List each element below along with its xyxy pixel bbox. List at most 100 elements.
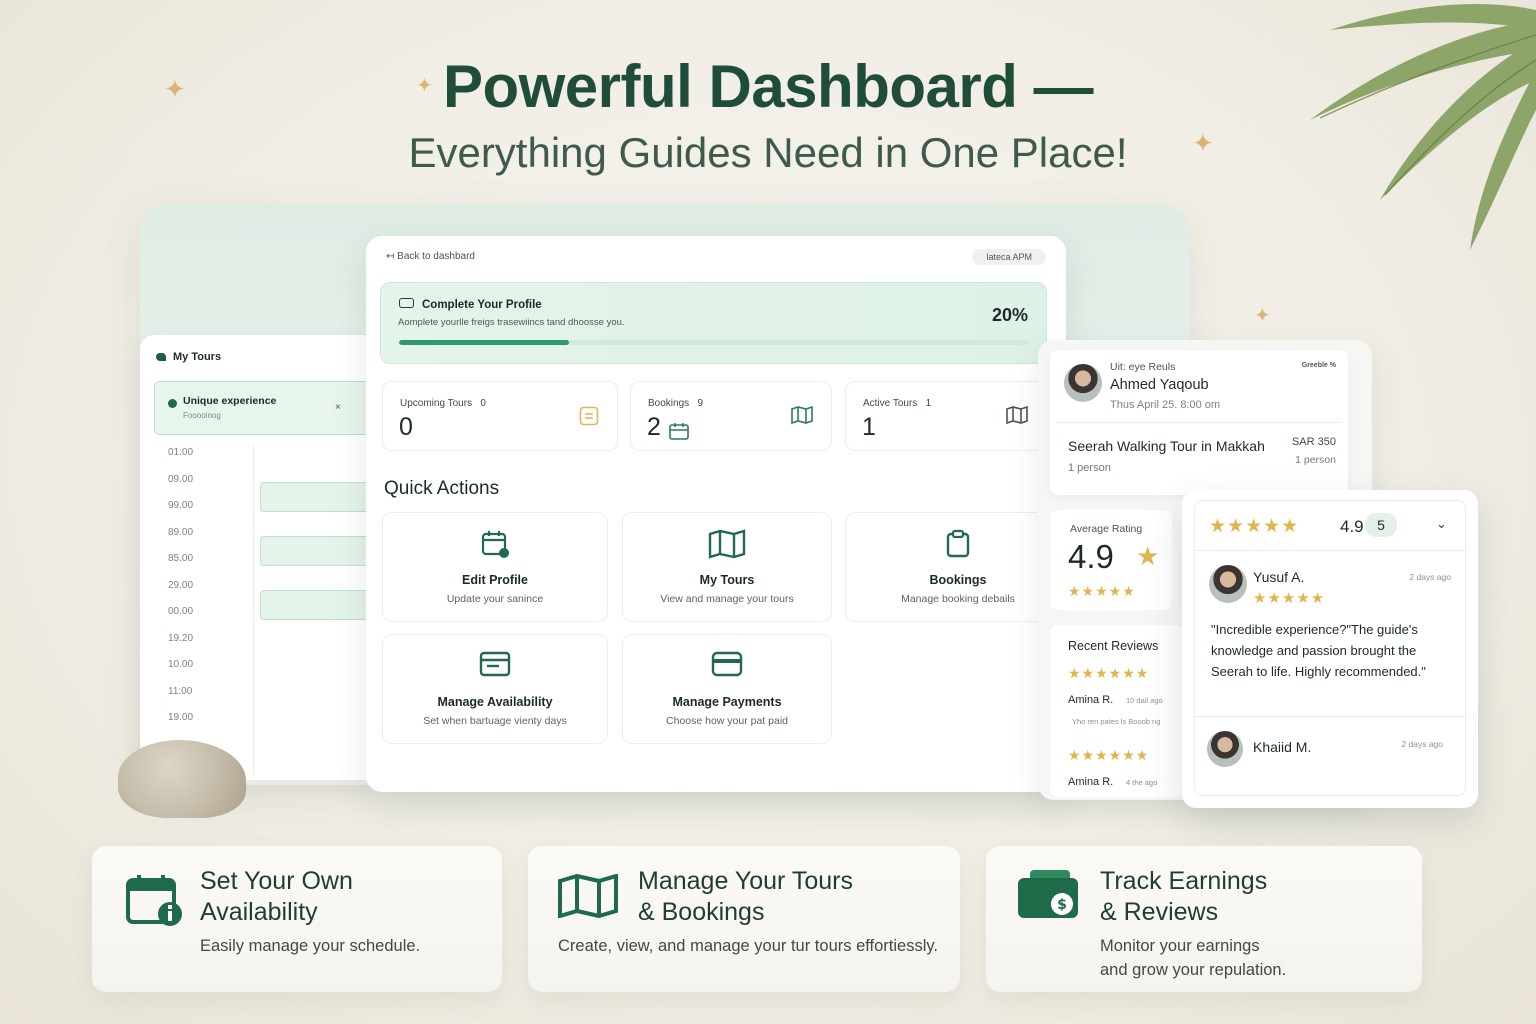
calendar-icon: [669, 423, 689, 440]
close-icon[interactable]: ×: [335, 402, 341, 413]
time-slot-label: 11:00: [168, 685, 193, 697]
time-slot-label: 85.00: [168, 553, 194, 564]
review-score: 4.9: [1340, 517, 1364, 536]
avatar: [1207, 731, 1243, 767]
quick-action-subtitle: Manage booking debails: [901, 593, 1015, 605]
event-title: Unique experience: [183, 395, 277, 407]
stat-label: Bookings 9: [648, 398, 704, 409]
time-column: 01:00 09.00 99.00 89.00 85.00 29.00 00.0…: [168, 447, 193, 739]
rating-stars: ★★★★★: [1209, 516, 1300, 537]
time-slot-label: 29.00: [168, 579, 194, 591]
availability-icon: [479, 651, 511, 677]
quick-action-manage-availability[interactable]: Manage Availability Set when bartuage vi…: [382, 634, 608, 744]
stat-upcoming-tours[interactable]: Upcoming Tours 0 0: [382, 381, 618, 451]
avatar: [1064, 364, 1102, 402]
map-icon: [791, 406, 813, 424]
stat-active-tours[interactable]: Active Tours 1 1: [845, 381, 1047, 451]
stat-label: Upcoming Tours 0: [400, 398, 486, 409]
feature-card-earnings: $ Track Earnings & Reviews Monitor your e…: [986, 846, 1422, 992]
list-icon: [579, 406, 599, 426]
divider: [1195, 550, 1465, 551]
time-slot-label: 89.00: [168, 526, 194, 538]
review-age: 10 dail ago: [1126, 696, 1163, 705]
review-age: 4 the ago: [1126, 778, 1158, 787]
calendar-edit-icon: [481, 531, 509, 558]
review-snippet: Yho ren pates ls Booob ng: [1072, 717, 1161, 726]
latest-badge: lateca APM: [972, 249, 1046, 265]
rating-stars: ★★★★★: [1253, 590, 1326, 607]
chevron-down-icon[interactable]: ⌄: [1436, 516, 1447, 532]
quick-action-title: My Tours: [699, 573, 755, 587]
calendar-info-icon: [126, 875, 182, 926]
time-slot-label: 01:00: [168, 447, 194, 458]
feature-title: Track Earnings & Reviews: [1100, 867, 1268, 926]
time-slot-label: 00.00: [168, 606, 194, 617]
time-slot-label: 09.00: [168, 473, 194, 485]
quick-action-title: Manage Payments: [672, 695, 782, 709]
time-slot-label: 19.20: [168, 632, 194, 644]
quick-action-subtitle: Choose how your pat paid: [666, 715, 788, 727]
my-tours-calendar-panel: My Tours Unique experience Fooooinog × 0…: [140, 335, 380, 780]
map-icon: [708, 529, 746, 559]
stat-value: 2: [647, 413, 661, 441]
stat-value: 0: [399, 413, 413, 441]
quick-action-my-tours[interactable]: My Tours View and manage your tours: [622, 512, 832, 622]
reviewer-name: Yusuf A.: [1253, 569, 1305, 585]
calendar-slot[interactable]: [260, 482, 370, 512]
sparkle-icon: ✦: [1254, 305, 1271, 327]
divider: [1195, 716, 1465, 717]
tour-event-card[interactable]: Unique experience Fooooinog ×: [154, 381, 374, 435]
calendar-divider: [253, 445, 254, 775]
book-icon: [1006, 406, 1028, 424]
event-subtitle: Fooooinog: [183, 411, 221, 420]
review-age: 2 days ago: [1401, 739, 1443, 749]
tour-name: Seerah Walking Tour in Makkah: [1068, 438, 1265, 454]
profile-progress-track: [399, 340, 1029, 345]
booking-date: Thus April 25. 8:00 om: [1110, 399, 1221, 411]
average-rating-card: Average Rating 4.9 ★ ★★★★★: [1050, 510, 1172, 610]
profile-progress-fill: [399, 340, 570, 345]
calendar-slot[interactable]: [260, 590, 370, 620]
calendar-slot[interactable]: [260, 536, 370, 566]
calendar-title-label: My Tours: [173, 351, 222, 363]
booking-card[interactable]: Uit: eye Reuls Greeble % Ahmed Yaqoub Th…: [1050, 350, 1348, 495]
quick-action-subtitle: View and manage your tours: [660, 593, 794, 605]
back-to-dashboard-link[interactable]: ↤ Back to dashbard: [386, 251, 475, 262]
svg-text:$: $: [1057, 897, 1067, 913]
headline-title: Powerful Dashboard —: [442, 53, 1094, 120]
divider: [1056, 422, 1342, 423]
average-rating-value: 4.9: [1068, 538, 1114, 575]
review-age: 2 days ago: [1409, 572, 1451, 582]
time-slot-label: 19.00: [168, 712, 194, 723]
profile-card-subtitle: Aomplete yourlle freigs trasewiincs tand…: [398, 317, 625, 328]
feature-subtitle: Monitor your earnings and grow your repul…: [1100, 937, 1287, 979]
quick-action-edit-profile[interactable]: Edit Profile Update your sanince: [382, 512, 608, 622]
feature-subtitle: Easily manage your schedule.: [200, 937, 421, 955]
customer-name: Ahmed Yaqoub: [1110, 377, 1209, 393]
time-slot-label: 99.00: [168, 500, 194, 511]
rock-decoration: [118, 740, 246, 818]
quick-action-manage-payments[interactable]: Manage Payments Choose how your pat paid: [622, 634, 832, 744]
rating-stars: ★★★★★: [1068, 583, 1136, 599]
feature-title: Manage Your Tours & Bookings: [638, 867, 853, 926]
profile-percent: 20%: [991, 305, 1028, 325]
average-rating-label: Average Rating: [1070, 523, 1143, 535]
stat-value: 1: [862, 413, 876, 441]
reviewer-name: Amina R.: [1068, 694, 1114, 706]
persons-count: 1 person: [1068, 462, 1111, 474]
profile-card-title: Complete Your Profile: [422, 299, 542, 311]
booking-label: Uit: eye Reuls: [1110, 361, 1176, 373]
complete-profile-card[interactable]: Complete Your Profile Aomplete yourlle f…: [380, 282, 1047, 364]
star-icon: ★: [1136, 541, 1160, 571]
quick-actions-title: Quick Actions: [384, 478, 500, 499]
review-count-badge: 5: [1365, 513, 1397, 537]
card-icon: [711, 651, 743, 677]
avatar: [1209, 565, 1247, 603]
stat-bookings[interactable]: Bookings 9 2: [630, 381, 832, 451]
feature-card-availability: Set Your Own Availability Easily manage y…: [92, 846, 502, 992]
profile-card-icon: [399, 298, 414, 308]
headline: Powerful Dashboard — Everything Guides N…: [0, 52, 1536, 177]
rating-stars: ★★★★★★: [1068, 747, 1150, 763]
quick-action-subtitle: Set when bartuage vienty days: [423, 715, 567, 727]
recent-reviews-title: Recent Reviews: [1068, 639, 1159, 653]
